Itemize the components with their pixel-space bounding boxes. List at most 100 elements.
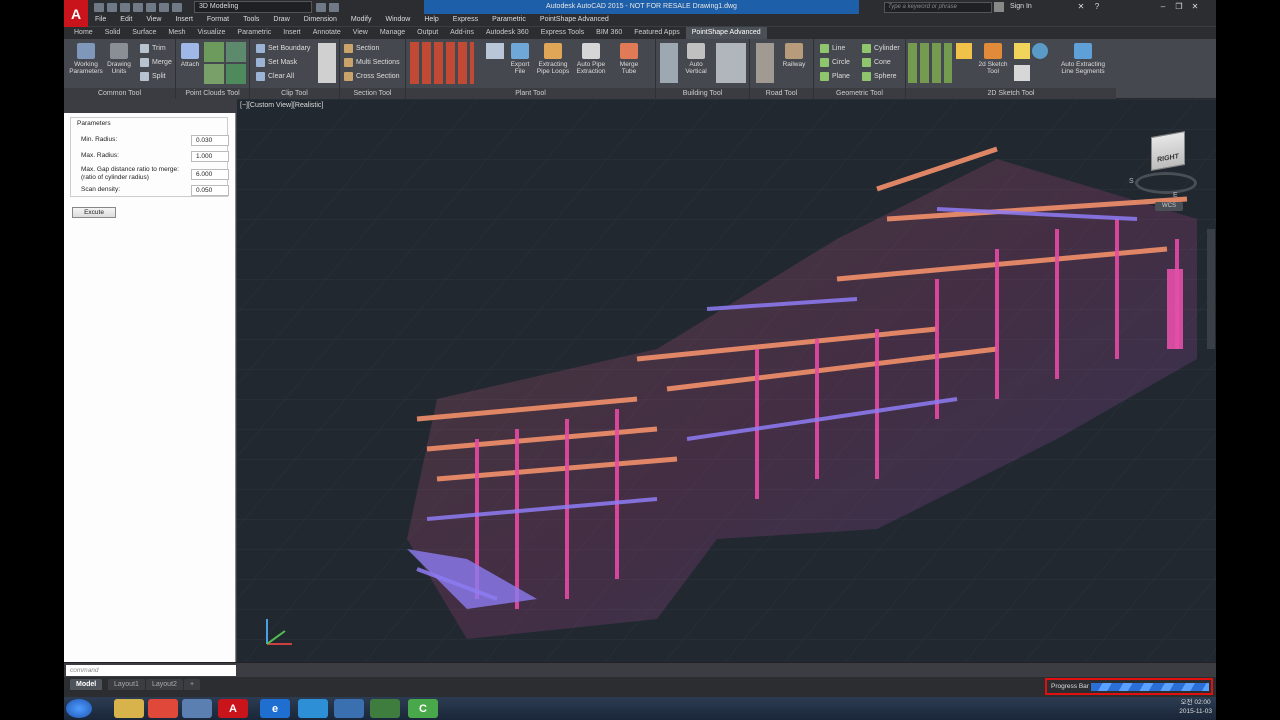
ribbon-tab[interactable]: Output: [411, 27, 444, 39]
pointcloud-icon[interactable]: [226, 64, 246, 84]
quick-access-toolbar[interactable]: [94, 1, 182, 13]
autocad-taskbar-icon[interactable]: A: [218, 699, 248, 718]
binoculars-icon[interactable]: [994, 2, 1004, 12]
set-boundary-button[interactable]: Set Boundary: [256, 44, 310, 53]
ribbon-tab[interactable]: Insert: [277, 27, 307, 39]
cylinder-button[interactable]: Cylinder: [862, 44, 900, 53]
menu-item[interactable]: Tools: [236, 14, 266, 26]
redo-icon[interactable]: [172, 2, 182, 12]
wcs-menu[interactable]: WCS: [1155, 202, 1183, 211]
app-icon[interactable]: [148, 699, 178, 718]
exchange-icon[interactable]: ✕: [1074, 1, 1088, 13]
scan-density-input[interactable]: 0.050: [191, 185, 229, 196]
menu-item[interactable]: Window: [378, 14, 417, 26]
menu-item[interactable]: Format: [200, 14, 236, 26]
pointcloud-icon[interactable]: [204, 64, 224, 84]
cone-button[interactable]: Cone: [862, 58, 891, 67]
plane-button[interactable]: Plane: [820, 72, 850, 81]
extracting-pipe-loops-button[interactable]: Extracting Pipe Loops: [534, 43, 572, 75]
start-button[interactable]: [66, 699, 92, 718]
2d-sketch-tool-button[interactable]: 2d Sketch Tool: [976, 43, 1010, 75]
tab-model[interactable]: Model: [70, 679, 103, 690]
set-mask-button[interactable]: Set Mask: [256, 58, 297, 67]
globe-icon[interactable]: [1032, 43, 1048, 59]
minimize-icon[interactable]: –: [1156, 1, 1170, 13]
min-radius-input[interactable]: 0.030: [191, 135, 229, 146]
ribbon-tab[interactable]: Surface: [126, 27, 162, 39]
print-icon[interactable]: [146, 2, 156, 12]
gap-ratio-input[interactable]: 6.000: [191, 169, 229, 180]
menu-item[interactable]: Modify: [344, 14, 379, 26]
folder-icon[interactable]: [1014, 43, 1030, 59]
section-button[interactable]: Section: [344, 44, 379, 53]
pointcloud-icon[interactable]: [204, 42, 224, 62]
notepad-icon[interactable]: [1014, 65, 1030, 81]
road-icon[interactable]: [756, 43, 774, 83]
menu-item[interactable]: Dimension: [297, 14, 344, 26]
telegram-icon[interactable]: [298, 699, 328, 718]
sphere-button[interactable]: Sphere: [862, 72, 897, 81]
ribbon-tab[interactable]: Mesh: [162, 27, 191, 39]
sketch-icons[interactable]: [908, 43, 952, 83]
circle-button[interactable]: Circle: [820, 58, 850, 67]
settings-icon[interactable]: [182, 699, 212, 718]
presentation-icon[interactable]: [370, 699, 400, 718]
menu-item[interactable]: Edit: [113, 14, 139, 26]
attach-button[interactable]: Attach: [178, 43, 202, 68]
clear-all-button[interactable]: Clear All: [256, 72, 294, 81]
teamviewer-icon[interactable]: [334, 699, 364, 718]
execute-button[interactable]: Excute: [72, 207, 116, 218]
plant-fitting-icons[interactable]: [410, 42, 474, 84]
new-icon[interactable]: [94, 2, 104, 12]
internet-explorer-icon[interactable]: e: [260, 699, 290, 718]
search-input[interactable]: Type a keyword or phrase: [884, 2, 992, 13]
ribbon-tab[interactable]: Express Tools: [535, 27, 590, 39]
saveas-icon[interactable]: [133, 2, 143, 12]
compass-ring[interactable]: [1135, 172, 1197, 194]
menu-item[interactable]: PointShape Advanced: [533, 14, 616, 26]
ribbon-tab[interactable]: Parametric: [231, 27, 277, 39]
menu-item[interactable]: Help: [417, 14, 445, 26]
merge-tube-button[interactable]: Merge Tube: [612, 43, 646, 75]
menu-item[interactable]: Express: [446, 14, 485, 26]
wall-icon[interactable]: [716, 43, 746, 83]
add-layout-button[interactable]: +: [184, 679, 201, 690]
autocad-logo[interactable]: A: [64, 0, 88, 28]
trim-button[interactable]: Trim: [140, 44, 166, 53]
undo-icon[interactable]: [159, 2, 169, 12]
menu-item[interactable]: File: [88, 14, 113, 26]
model-viewport[interactable]: [−][Custom View][Realistic] RIGHT S E WC…: [237, 99, 1216, 662]
sign-in-button[interactable]: Sign In: [1010, 0, 1032, 14]
pipe-table-icon[interactable]: [486, 43, 504, 59]
clip-icon[interactable]: [318, 43, 336, 83]
ribbon-tab[interactable]: Add-ins: [444, 27, 480, 39]
max-radius-input[interactable]: 1.000: [191, 151, 229, 162]
ribbon-tab[interactable]: Manage: [374, 27, 411, 39]
cross-section-button[interactable]: Cross Section: [344, 72, 400, 81]
share-tools[interactable]: [316, 1, 339, 13]
menu-item[interactable]: Insert: [168, 14, 200, 26]
ribbon-tab[interactable]: Autodesk 360: [480, 27, 535, 39]
menu-item[interactable]: View: [139, 14, 168, 26]
viewcube[interactable]: RIGHT S E: [1127, 131, 1197, 204]
help-icon[interactable]: ?: [1090, 1, 1104, 13]
navigation-bar[interactable]: [1207, 229, 1215, 349]
close-icon[interactable]: ✕: [1188, 1, 1202, 13]
auto-vertical-button[interactable]: Auto Vertical: [680, 43, 712, 75]
ribbon-tab[interactable]: Annotate: [307, 27, 347, 39]
ribbon-tab[interactable]: Home: [68, 27, 99, 39]
ribbon-tab[interactable]: Featured Apps: [628, 27, 686, 39]
tab-layout2[interactable]: Layout2: [146, 679, 183, 690]
multi-sections-button[interactable]: Multi Sections: [344, 58, 400, 67]
camtasia-icon[interactable]: C: [408, 699, 438, 718]
ribbon-tab[interactable]: PointShape Advanced: [685, 27, 767, 39]
restore-icon[interactable]: ❐: [1172, 1, 1186, 13]
auto-extracting-line-segments-button[interactable]: Auto Extracting Line Segments: [1056, 43, 1110, 75]
menu-item[interactable]: Draw: [266, 14, 296, 26]
viewport-controls-label[interactable]: [−][Custom View][Realistic]: [240, 102, 323, 109]
compass-south[interactable]: S: [1129, 178, 1134, 185]
workspace-dropdown[interactable]: 3D Modeling: [194, 1, 312, 13]
tab-layout1[interactable]: Layout1: [108, 679, 145, 690]
viewcube-face-right[interactable]: RIGHT: [1151, 131, 1185, 171]
open-icon[interactable]: [107, 2, 117, 12]
